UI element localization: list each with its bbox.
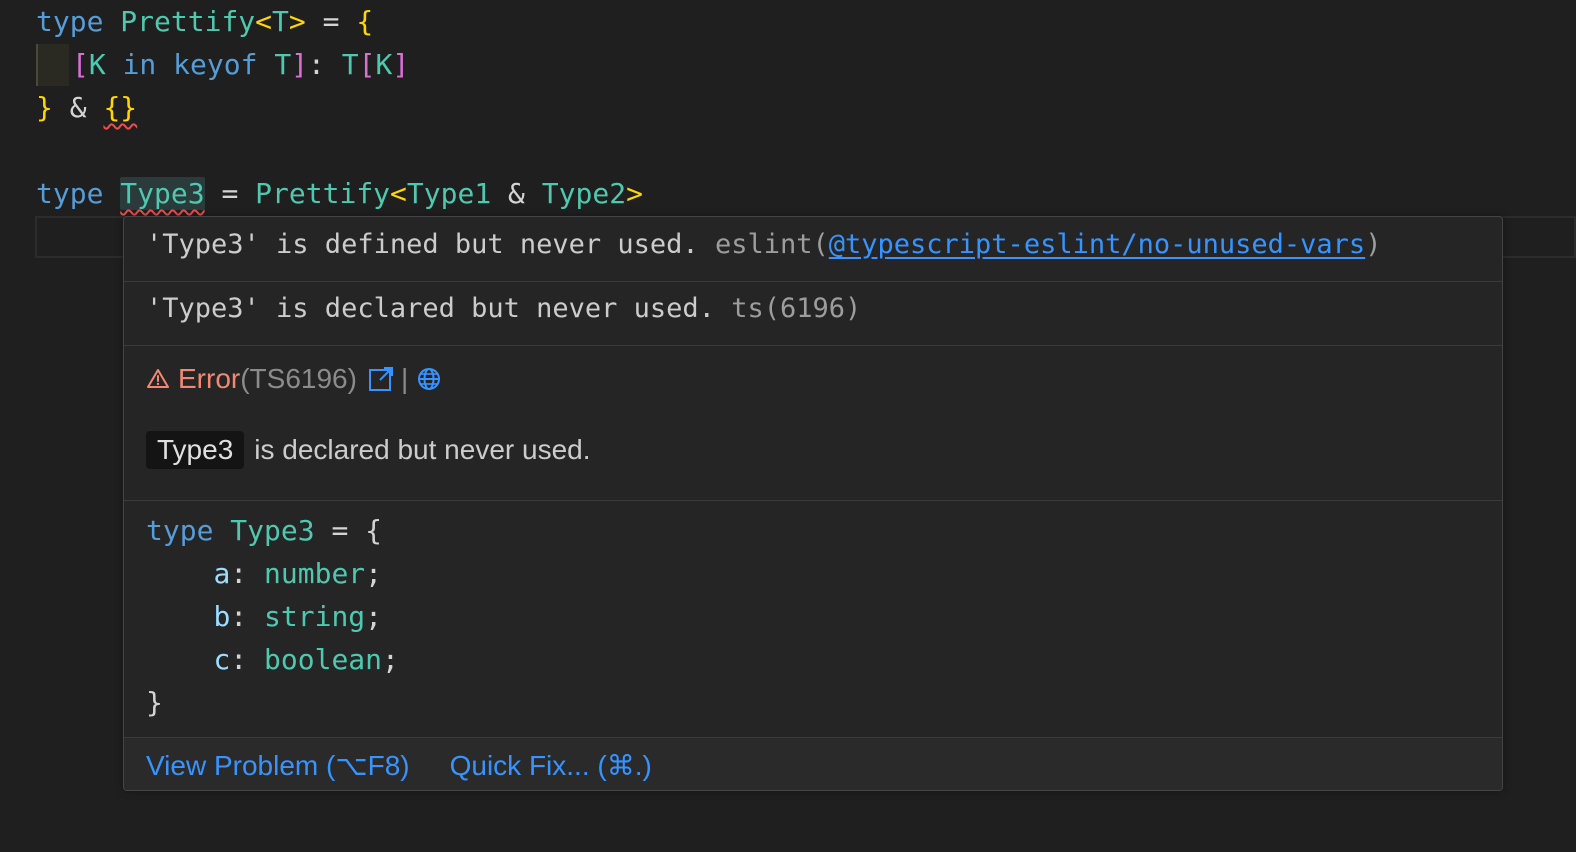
- keyword: type: [36, 177, 104, 210]
- type-param: K: [88, 48, 106, 81]
- type-param: T: [274, 48, 292, 81]
- brace-open: {: [365, 514, 383, 547]
- ampersand-op: &: [69, 91, 87, 124]
- code-line-3[interactable]: } & {}: [36, 86, 137, 129]
- code-editor[interactable]: type Prettify<T> = { [K in keyof T]: T[K…: [0, 0, 1576, 852]
- prop-type: boolean: [264, 643, 383, 676]
- angle-close: >: [288, 5, 306, 38]
- equals-op: =: [331, 514, 349, 547]
- ampersand-op: &: [508, 177, 525, 210]
- keyword: keyof: [173, 48, 258, 81]
- eslint-message: 'Type3' is defined but never used.: [146, 229, 699, 260]
- quick-fix-button[interactable]: Quick Fix... (⌘.): [450, 749, 652, 782]
- keyword: type: [36, 5, 104, 38]
- ts-diagnostic: 'Type3' is declared but never used. ts(6…: [124, 282, 1502, 346]
- angle-close: >: [626, 177, 643, 210]
- brace-open: {: [356, 5, 374, 38]
- code-line-2[interactable]: [K in keyof T]: T[K]: [72, 43, 409, 86]
- type-name: Type2: [541, 177, 627, 210]
- type-name: Prettify: [255, 177, 391, 210]
- angle-open: <: [255, 5, 273, 38]
- type-name: Type3: [230, 514, 315, 547]
- code-line-5[interactable]: type Type3 = Prettify<Type1 & Type2>: [36, 172, 643, 215]
- bracket-close: ]: [392, 48, 410, 81]
- external-link-icon[interactable]: [367, 365, 395, 393]
- code-line-1[interactable]: type Prettify<T> = {: [36, 0, 373, 43]
- hover-status-bar: View Problem (⌥F8) Quick Fix... (⌘.): [124, 737, 1502, 790]
- separator: |: [400, 363, 409, 394]
- bracket-open: [: [358, 48, 376, 81]
- hover-widget[interactable]: 'Type3' is defined but never used. eslin…: [123, 216, 1503, 791]
- colon: :: [308, 48, 325, 81]
- type-name: Prettify: [120, 5, 256, 38]
- error-description: Type3 is declared but never used.: [146, 431, 591, 469]
- ts-message-row: 'Type3' is declared but never used. ts(6…: [146, 293, 861, 324]
- ts-message: 'Type3' is declared but never used.: [146, 293, 715, 324]
- warning-triangle-icon: [146, 367, 170, 391]
- type-param: K: [375, 48, 393, 81]
- type-param: T: [272, 5, 289, 38]
- bracket-close: ]: [291, 48, 309, 81]
- type-name: Type1: [406, 177, 492, 210]
- view-problem-button[interactable]: View Problem (⌥F8): [146, 749, 410, 782]
- error-label: Error: [178, 363, 241, 394]
- keyword: in: [122, 48, 157, 81]
- equals-op: =: [322, 5, 340, 38]
- prop-type: number: [264, 557, 366, 590]
- prop-key: b: [213, 600, 231, 633]
- inline-code-type3: Type3: [146, 431, 245, 469]
- brace-close: }: [146, 686, 163, 719]
- eslint-message-row: 'Type3' is defined but never used. eslin…: [146, 229, 1381, 260]
- eslint-rule-link[interactable]: @typescript-eslint/no-unused-vars: [829, 229, 1365, 260]
- angle-open: <: [390, 177, 407, 210]
- brace-close: }: [36, 91, 53, 124]
- equals-op: =: [221, 177, 239, 210]
- error-code: (TS6196): [240, 363, 357, 394]
- globe-icon[interactable]: [416, 366, 442, 392]
- prop-key: c: [213, 643, 231, 676]
- eslint-source: eslint(: [714, 229, 829, 260]
- error-header: Error (TS6196) |: [146, 359, 442, 399]
- empty-object-literal[interactable]: {}: [103, 91, 137, 124]
- ts-source: ts(6196): [731, 293, 862, 324]
- indent-guide: [36, 44, 69, 86]
- prop-type: string: [264, 600, 366, 633]
- keyword: type: [146, 514, 214, 547]
- bracket-open: [: [72, 48, 89, 81]
- eslint-source-close: ): [1365, 229, 1382, 260]
- type-expansion-code: type Type3 = { a: number; b: string; c: …: [146, 514, 399, 719]
- type3-identifier[interactable]: Type3: [120, 177, 205, 210]
- description-text: is declared but never used.: [254, 434, 591, 465]
- type-param: T: [341, 48, 359, 81]
- eslint-diagnostic: 'Type3' is defined but never used. eslin…: [124, 217, 1502, 282]
- prop-key: a: [213, 557, 231, 590]
